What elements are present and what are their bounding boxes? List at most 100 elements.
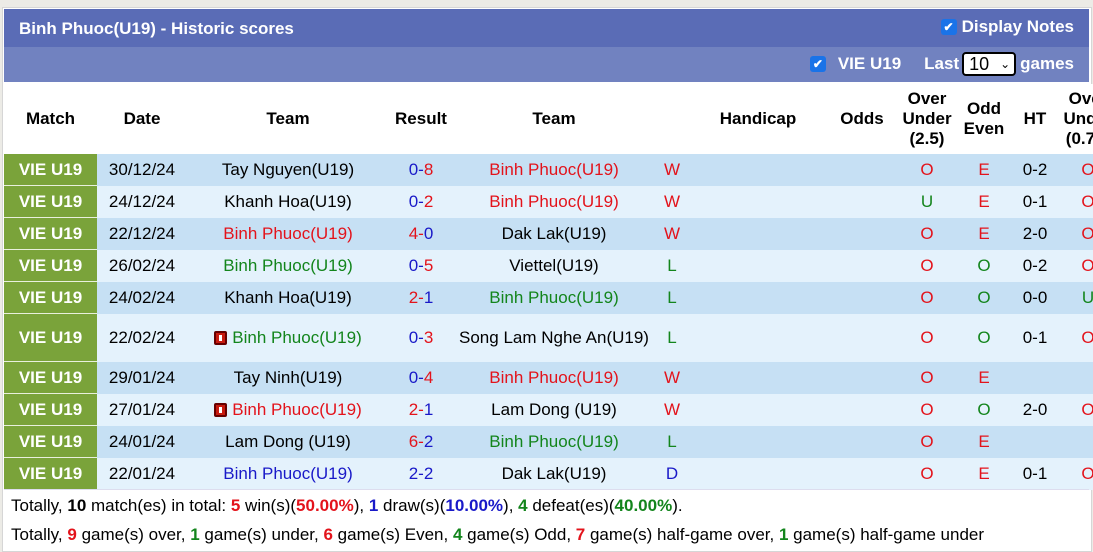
odd-even-cell: E [957, 425, 1011, 458]
away-team-name[interactable]: Binh Phuoc(U19) [489, 288, 618, 307]
league-cell[interactable]: VIE U19 [4, 361, 97, 394]
home-team[interactable]: Tay Ninh(U19) [187, 361, 389, 394]
table-row[interactable]: VIE U19 24/12/24 Khanh Hoa(U19) 0-2 Binh Phu… [4, 185, 1093, 218]
result-cell[interactable]: 2-1 [389, 281, 453, 314]
league-cell[interactable]: VIE U19 [4, 425, 97, 458]
home-team-name[interactable]: Binh Phuoc(U19) [232, 328, 361, 347]
result-cell[interactable]: 2-1 [389, 393, 453, 426]
home-team[interactable]: Binh Phuoc(U19) [187, 313, 389, 362]
away-team-name[interactable]: Song Lam Nghe An(U19) [459, 328, 649, 347]
away-team[interactable]: Binh Phuoc(U19) [453, 281, 655, 314]
summary-value: 7 [575, 525, 586, 544]
home-team[interactable]: Lam Dong (U19) [187, 425, 389, 458]
scores-table: Match Date Team Result Team Handicap Odd… [4, 84, 1093, 490]
display-notes-toggle[interactable]: ✔ Display Notes [940, 17, 1074, 37]
league-cell[interactable]: VIE U19 [4, 249, 97, 282]
result-cell[interactable]: 0-8 [389, 154, 453, 186]
summary-text: ). [672, 496, 683, 515]
home-team-name[interactable]: Khanh Hoa(U19) [224, 192, 352, 211]
home-team-name[interactable]: Khanh Hoa(U19) [224, 288, 352, 307]
summary-value: 5 [230, 496, 241, 515]
league-cell[interactable]: VIE U19 [4, 393, 97, 426]
table-row[interactable]: VIE U19 24/02/24 Khanh Hoa(U19) 2-1 Binh Phu… [4, 281, 1093, 314]
home-team-name[interactable]: Binh Phuoc(U19) [232, 400, 361, 419]
home-team-name[interactable]: Lam Dong (U19) [225, 432, 351, 451]
away-team-name[interactable]: Binh Phuoc(U19) [489, 432, 618, 451]
col-over-under-l2: Under [902, 109, 952, 128]
table-row[interactable]: VIE U19 22/01/24 Binh Phuoc(U19) 2-2 Dak Lak… [4, 457, 1093, 490]
away-team[interactable]: Binh Phuoc(U19) [453, 154, 655, 186]
home-team[interactable]: Binh Phuoc(U19) [187, 393, 389, 426]
league-cell[interactable]: VIE U19 [4, 217, 97, 250]
table-row[interactable]: VIE U19 24/01/24 Lam Dong (U19) 6-2 Binh Phu… [4, 425, 1093, 458]
table-row[interactable]: VIE U19 26/02/24 Binh Phuoc(U19) 0-5 Viettel… [4, 249, 1093, 282]
away-team[interactable]: Binh Phuoc(U19) [453, 361, 655, 394]
home-team-name[interactable]: Binh Phuoc(U19) [223, 256, 352, 275]
home-team-name[interactable]: Tay Ninh(U19) [234, 368, 343, 387]
ht-score-cell: 2-0 [1011, 217, 1059, 250]
handicap-cell [689, 393, 827, 426]
table-row[interactable]: VIE U19 27/01/24 Binh Phuoc(U19) 2-1 Lam Don… [4, 393, 1093, 426]
odds-cell [827, 154, 897, 186]
away-team-name[interactable]: Binh Phuoc(U19) [489, 192, 618, 211]
away-team[interactable]: Binh Phuoc(U19) [453, 425, 655, 458]
date-cell: 22/01/24 [97, 457, 187, 490]
home-team[interactable]: Binh Phuoc(U19) [187, 457, 389, 490]
result-cell[interactable]: 4-0 [389, 217, 453, 250]
league-filter-checkbox[interactable]: ✔ [809, 56, 826, 72]
result-cell[interactable]: 0-5 [389, 249, 453, 282]
odds-cell [827, 361, 897, 394]
away-score: 5 [423, 255, 434, 275]
over-under-ht-cell: O [1059, 457, 1093, 490]
league-cell[interactable]: VIE U19 [4, 185, 97, 218]
home-team[interactable]: Khanh Hoa(U19) [187, 185, 389, 218]
games-count-select[interactable]: 10 ⌄ [962, 52, 1017, 76]
away-team-name[interactable]: Binh Phuoc(U19) [489, 368, 618, 387]
table-row[interactable]: VIE U19 29/01/24 Tay Ninh(U19) 0-4 Binh Phuo… [4, 361, 1093, 394]
away-team[interactable]: Binh Phuoc(U19) [453, 185, 655, 218]
away-team-name[interactable]: Viettel(U19) [509, 256, 598, 275]
over-under-cell: O [897, 457, 957, 490]
league-cell[interactable]: VIE U19 [4, 313, 97, 362]
away-team-name[interactable]: Lam Dong (U19) [491, 400, 617, 419]
home-team-name[interactable]: Tay Nguyen(U19) [222, 160, 354, 179]
away-team[interactable]: Dak Lak(U19) [453, 217, 655, 250]
home-team-name[interactable]: Binh Phuoc(U19) [223, 464, 352, 483]
league-cell[interactable]: VIE U19 [4, 154, 97, 186]
display-notes-checkbox[interactable]: ✔ [940, 19, 957, 35]
home-team[interactable]: Khanh Hoa(U19) [187, 281, 389, 314]
home-team[interactable]: Tay Nguyen(U19) [187, 154, 389, 186]
result-cell[interactable]: 6-2 [389, 425, 453, 458]
league-cell[interactable]: VIE U19 [4, 281, 97, 314]
away-team[interactable]: Viettel(U19) [453, 249, 655, 282]
date-cell: 24/12/24 [97, 185, 187, 218]
ht-score-cell: 0-0 [1011, 281, 1059, 314]
away-score: 2 [423, 463, 434, 483]
summary-value: 50.00% [296, 496, 354, 515]
table-row[interactable]: VIE U19 22/02/24 Binh Phuoc(U19) 0-3 Song La… [4, 313, 1093, 362]
table-row[interactable]: VIE U19 30/12/24 Tay Nguyen(U19) 0-8 Binh Ph… [4, 154, 1093, 186]
summary-value: 4 [452, 525, 463, 544]
away-team[interactable]: Dak Lak(U19) [453, 457, 655, 490]
home-team-name[interactable]: Binh Phuoc(U19) [223, 224, 352, 243]
home-team[interactable]: Binh Phuoc(U19) [187, 217, 389, 250]
date-cell: 26/02/24 [97, 249, 187, 282]
result-cell[interactable]: 0-2 [389, 185, 453, 218]
over-under-ht-cell: O [1059, 313, 1093, 362]
result-cell[interactable]: 0-4 [389, 361, 453, 394]
away-team-name[interactable]: Binh Phuoc(U19) [489, 160, 618, 179]
col-over-under-l3: (2.5) [909, 129, 945, 148]
page-title: Binh Phuoc(U19) - Historic scores [19, 19, 294, 38]
away-team[interactable]: Song Lam Nghe An(U19) [453, 313, 655, 362]
league-cell[interactable]: VIE U19 [4, 457, 97, 490]
result-cell[interactable]: 0-3 [389, 313, 453, 362]
away-team-name[interactable]: Dak Lak(U19) [502, 224, 607, 243]
date-cell: 24/01/24 [97, 425, 187, 458]
table-row[interactable]: VIE U19 22/12/24 Binh Phuoc(U19) 4-0 Dak Lak… [4, 217, 1093, 250]
away-team-name[interactable]: Dak Lak(U19) [502, 464, 607, 483]
home-team[interactable]: Binh Phuoc(U19) [187, 249, 389, 282]
result-cell[interactable]: 2-2 [389, 457, 453, 490]
away-team[interactable]: Lam Dong (U19) [453, 393, 655, 426]
date-cell: 27/01/24 [97, 393, 187, 426]
summary-panel: Totally, 10 match(es) in total: 5 win(s)… [4, 489, 1089, 550]
